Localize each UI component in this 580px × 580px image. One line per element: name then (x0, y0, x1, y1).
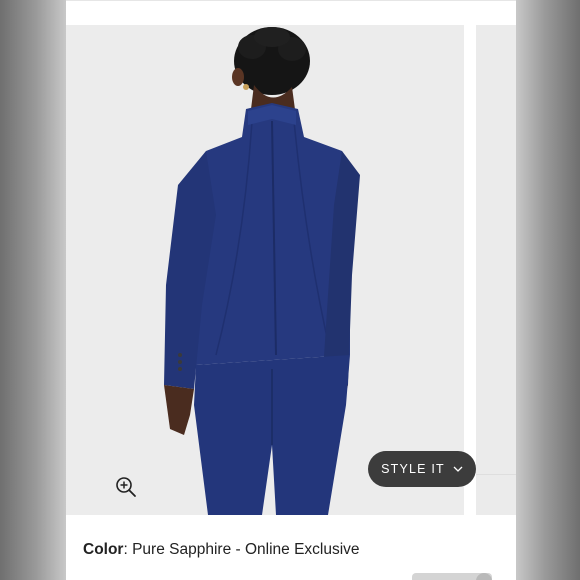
product-page: STYLE IT Color: Pure Sapphire - Online E… (66, 0, 516, 580)
backdrop-left (0, 0, 66, 580)
backdrop-right (516, 0, 580, 580)
zoom-in-magnifier-icon (116, 477, 136, 497)
next-product-image[interactable] (476, 25, 516, 515)
zoom-button[interactable] (114, 475, 138, 499)
color-separator: : (123, 541, 133, 558)
chevron-down-icon (453, 466, 463, 472)
product-image-carousel[interactable]: STYLE IT (66, 25, 516, 515)
product-info: Color: Pure Sapphire - Online Exclusive (66, 515, 516, 580)
top-bar (66, 0, 516, 26)
model-photo (164, 27, 360, 515)
color-label: Color (83, 541, 124, 558)
product-image[interactable] (66, 25, 464, 515)
style-it-button[interactable]: STYLE IT (368, 451, 476, 487)
color-swatches[interactable] (412, 573, 492, 580)
color-line: Color: Pure Sapphire - Online Exclusive (83, 541, 360, 559)
color-suffix: - Online Exclusive (231, 541, 360, 558)
color-value: Pure Sapphire (132, 541, 232, 558)
style-it-label: STYLE IT (381, 462, 445, 476)
next-image-floor (476, 474, 516, 475)
color-swatch[interactable] (476, 573, 492, 580)
